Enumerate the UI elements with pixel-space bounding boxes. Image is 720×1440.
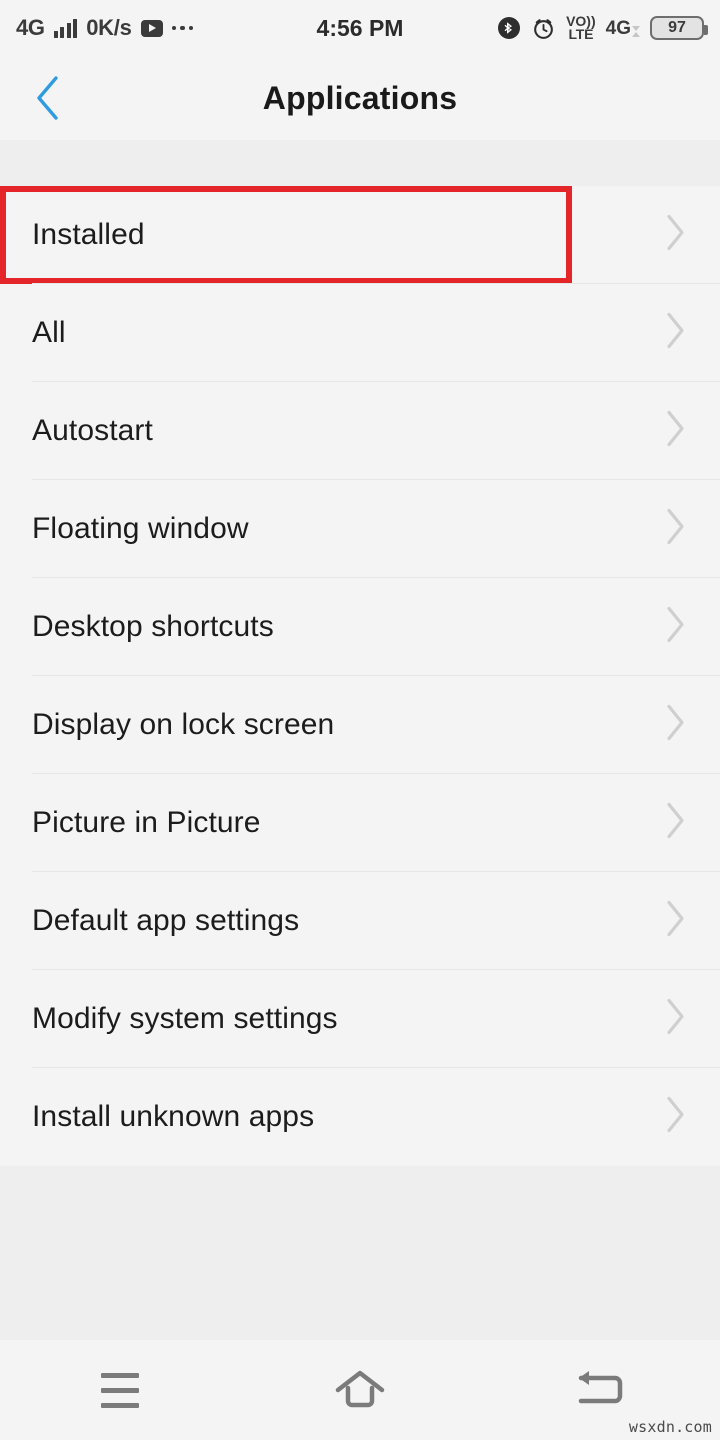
chevron-right-icon — [662, 211, 688, 260]
data-arrows-icon — [632, 25, 640, 38]
list-item[interactable]: Install unknown apps — [0, 1068, 720, 1166]
network-type-label: 4G — [16, 15, 45, 40]
chevron-right-icon — [662, 407, 688, 456]
data-rate-label: 0K/s — [86, 15, 132, 40]
list-item-label: Desktop shortcuts — [32, 610, 274, 643]
list-item[interactable]: Floating window — [0, 480, 720, 578]
list-item[interactable]: Desktop shortcuts — [0, 578, 720, 676]
status-bar-right: VO)) LTE 4G 97 — [497, 0, 708, 56]
more-dots-icon — [171, 25, 194, 31]
home-icon — [335, 1370, 385, 1408]
battery-icon: 97 — [650, 16, 708, 40]
list-item[interactable]: Picture in Picture — [0, 774, 720, 872]
chevron-right-icon — [662, 995, 688, 1044]
list-item-label: Install unknown apps — [32, 1100, 315, 1133]
list-item-label: Picture in Picture — [32, 806, 261, 839]
chevron-right-icon — [662, 897, 688, 946]
status-bar: 4G 0K/s 4:56 PM VO)) LTE 4G 97 — [0, 0, 720, 56]
chevron-right-icon — [662, 309, 688, 358]
list-item-label: All — [32, 316, 66, 349]
battery-percent-label: 97 — [668, 19, 686, 36]
page-title: Applications — [262, 79, 458, 116]
status-bar-left: 4G 0K/s — [16, 15, 194, 40]
mobile-network-label: 4G — [605, 17, 631, 39]
phone-screen: 4G 0K/s 4:56 PM VO)) LTE 4G 97 Applicati… — [0, 0, 720, 1440]
chevron-right-icon — [662, 603, 688, 652]
list-item-label: Installed — [32, 218, 145, 251]
chevron-right-icon — [662, 799, 688, 848]
list-item[interactable]: Default app settings — [0, 872, 720, 970]
home-button[interactable] — [300, 1340, 420, 1440]
volte-line2: LTE — [568, 26, 594, 42]
bluetooth-icon — [498, 17, 521, 39]
list-item[interactable]: Installed — [0, 186, 720, 284]
chevron-right-icon — [662, 1093, 688, 1142]
recents-button[interactable] — [60, 1340, 180, 1440]
chevron-right-icon — [662, 701, 688, 750]
list-item[interactable]: Autostart — [0, 382, 720, 480]
menu-hamburger-icon — [101, 1372, 139, 1408]
list-item-label: Modify system settings — [32, 1002, 338, 1035]
mobile-network-icon: 4G — [606, 19, 640, 38]
list-item[interactable]: Display on lock screen — [0, 676, 720, 774]
section-gap-bottom — [0, 1166, 720, 1340]
volte-icon: VO)) LTE — [566, 14, 596, 42]
settings-list: Installed All Autostart Floating window Desk… — [0, 186, 720, 1166]
chevron-right-icon — [662, 505, 688, 554]
back-button[interactable] — [14, 56, 84, 140]
list-item[interactable]: All — [0, 284, 720, 382]
list-item-label: Default app settings — [32, 904, 300, 937]
system-navigation-bar: wsxdn.com — [0, 1340, 720, 1440]
alarm-clock-icon — [534, 18, 553, 39]
list-item-label: Autostart — [32, 414, 153, 447]
list-item-label: Floating window — [32, 512, 249, 545]
list-item[interactable]: Modify system settings — [0, 970, 720, 1068]
section-gap-top — [0, 140, 720, 186]
signal-bars-icon — [53, 18, 78, 38]
back-arrow-icon — [578, 1371, 623, 1404]
app-header: Applications — [0, 56, 720, 140]
chevron-left-icon — [37, 76, 58, 120]
list-item-label: Display on lock screen — [32, 708, 335, 741]
video-play-icon — [140, 19, 163, 37]
watermark-label: wsxdn.com — [628, 1418, 712, 1436]
